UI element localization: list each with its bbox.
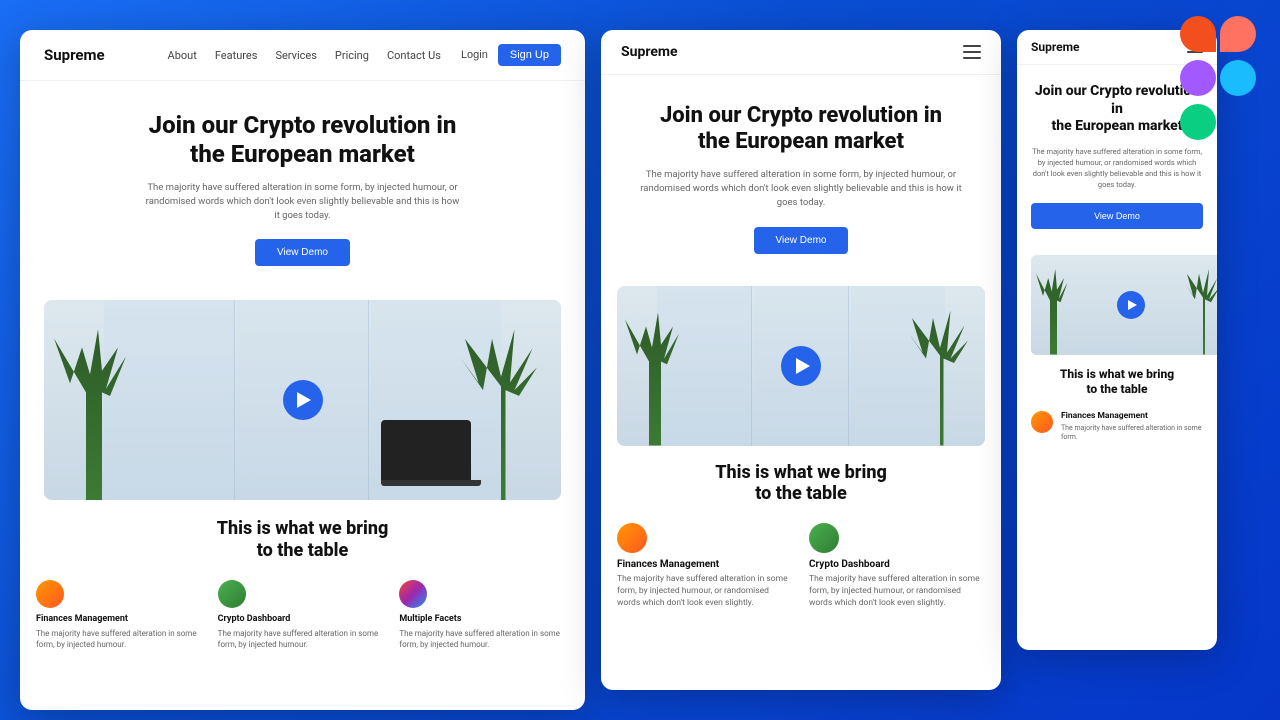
tablet-preview: Supreme Join our Crypto revolution in th… bbox=[601, 30, 1001, 690]
desktop-view-demo-button[interactable]: View Demo bbox=[255, 239, 350, 266]
finances-title: Finances Management bbox=[36, 614, 206, 624]
figma-logo bbox=[1180, 16, 1256, 140]
play-icon bbox=[297, 392, 311, 408]
crypto-title: Crypto Dashboard bbox=[218, 614, 388, 624]
login-button[interactable]: Login bbox=[461, 49, 488, 61]
tablet-play-icon bbox=[796, 358, 810, 374]
nav-features[interactable]: Features bbox=[215, 49, 258, 62]
tablet-features-row: Finances Management The majority have su… bbox=[601, 515, 1001, 618]
tablet-crypto-icon bbox=[809, 523, 839, 553]
desktop-preview: Supreme About Features Services Pricing … bbox=[20, 30, 585, 710]
hamburger-line-3 bbox=[963, 57, 981, 59]
figma-blue-shape bbox=[1220, 60, 1256, 96]
mobile-view-demo-button[interactable]: View Demo bbox=[1031, 203, 1203, 229]
mobile-section2-title: This is what we bring to the table bbox=[1017, 355, 1217, 405]
tablet-view-demo-button[interactable]: View Demo bbox=[754, 227, 849, 254]
signup-button[interactable]: Sign Up bbox=[498, 44, 561, 66]
tablet-finances-title: Finances Management bbox=[617, 559, 793, 570]
multiple-icon bbox=[399, 580, 427, 608]
mobile-logo: Supreme bbox=[1031, 40, 1187, 54]
tablet-feature-crypto: Crypto Dashboard The majority have suffe… bbox=[809, 523, 985, 610]
mobile-feature-finances: Finances Management The majority have su… bbox=[1017, 405, 1217, 450]
multiple-title: Multiple Facets bbox=[399, 614, 569, 624]
tablet-hamburger-menu[interactable] bbox=[963, 45, 981, 59]
tablet-hero-image bbox=[617, 286, 985, 446]
feature-item-finances: Finances Management The majority have su… bbox=[36, 580, 206, 650]
tablet-play-button[interactable] bbox=[781, 346, 821, 386]
nav-services[interactable]: Services bbox=[275, 49, 316, 62]
mobile-finances-desc: The majority have suffered alteration in… bbox=[1061, 424, 1203, 444]
hamburger-line-2 bbox=[963, 51, 981, 53]
feature-item-multiple: Multiple Facets The majority have suffer… bbox=[399, 580, 569, 650]
desktop-nav: Supreme About Features Services Pricing … bbox=[20, 30, 585, 81]
nav-about[interactable]: About bbox=[168, 49, 197, 62]
desktop-nav-links: About Features Services Pricing Contact … bbox=[168, 49, 441, 62]
figma-orange-shape bbox=[1220, 16, 1256, 52]
figma-green-shape bbox=[1180, 104, 1216, 140]
tablet-nav: Supreme bbox=[601, 30, 1001, 75]
mobile-hero-subtitle: The majority have suffered alteration in… bbox=[1031, 146, 1203, 191]
tablet-crypto-desc: The majority have suffered alteration in… bbox=[809, 574, 985, 610]
feature-item-crypto: Crypto Dashboard The majority have suffe… bbox=[218, 580, 388, 650]
desktop-logo: Supreme bbox=[44, 46, 105, 64]
laptop-decoration bbox=[381, 420, 481, 490]
crypto-desc: The majority have suffered alteration in… bbox=[218, 628, 388, 650]
tablet-hero-subtitle: The majority have suffered alteration in… bbox=[631, 168, 971, 211]
desktop-features-row: Finances Management The majority have su… bbox=[20, 572, 585, 658]
mobile-play-button[interactable] bbox=[1117, 291, 1145, 319]
tablet-finances-desc: The majority have suffered alteration in… bbox=[617, 574, 793, 610]
finances-desc: The majority have suffered alteration in… bbox=[36, 628, 206, 650]
hamburger-line-1 bbox=[963, 45, 981, 47]
mobile-hero-title: Join our Crypto revolution in the Europe… bbox=[1031, 83, 1203, 136]
tablet-crypto-title: Crypto Dashboard bbox=[809, 559, 985, 570]
tablet-section2-title: This is what we bring to the table bbox=[601, 446, 1001, 515]
desktop-hero-image bbox=[44, 300, 561, 500]
figma-purple-shape bbox=[1180, 60, 1216, 96]
desktop-hero-title: Join our Crypto revolution in the Europe… bbox=[44, 111, 561, 169]
mobile-finances-title: Finances Management bbox=[1061, 411, 1203, 421]
desktop-hero-subtitle: The majority have suffered alteration in… bbox=[143, 181, 463, 224]
nav-pricing[interactable]: Pricing bbox=[335, 49, 369, 62]
tablet-hero-title: Join our Crypto revolution in the Europe… bbox=[621, 103, 981, 156]
mobile-hero-image bbox=[1031, 255, 1217, 355]
desktop-hero: Join our Crypto revolution in the Europe… bbox=[20, 81, 585, 300]
nav-contact[interactable]: Contact Us bbox=[387, 49, 441, 62]
tablet-logo: Supreme bbox=[621, 44, 678, 60]
desktop-play-button[interactable] bbox=[283, 380, 323, 420]
tablet-feature-finances: Finances Management The majority have su… bbox=[617, 523, 793, 610]
tablet-hero: Join our Crypto revolution in the Europe… bbox=[601, 75, 1001, 286]
previews-container: Supreme About Features Services Pricing … bbox=[0, 0, 1280, 720]
desktop-section2-title: This is what we bring to the table bbox=[20, 500, 585, 571]
finances-icon bbox=[36, 580, 64, 608]
desktop-nav-actions: Login Sign Up bbox=[461, 44, 561, 66]
mobile-finances-icon bbox=[1031, 411, 1053, 433]
multiple-desc: The majority have suffered alteration in… bbox=[399, 628, 569, 650]
mobile-play-icon bbox=[1128, 300, 1137, 310]
tablet-finances-icon bbox=[617, 523, 647, 553]
figma-red-shape bbox=[1180, 16, 1216, 52]
crypto-icon bbox=[218, 580, 246, 608]
